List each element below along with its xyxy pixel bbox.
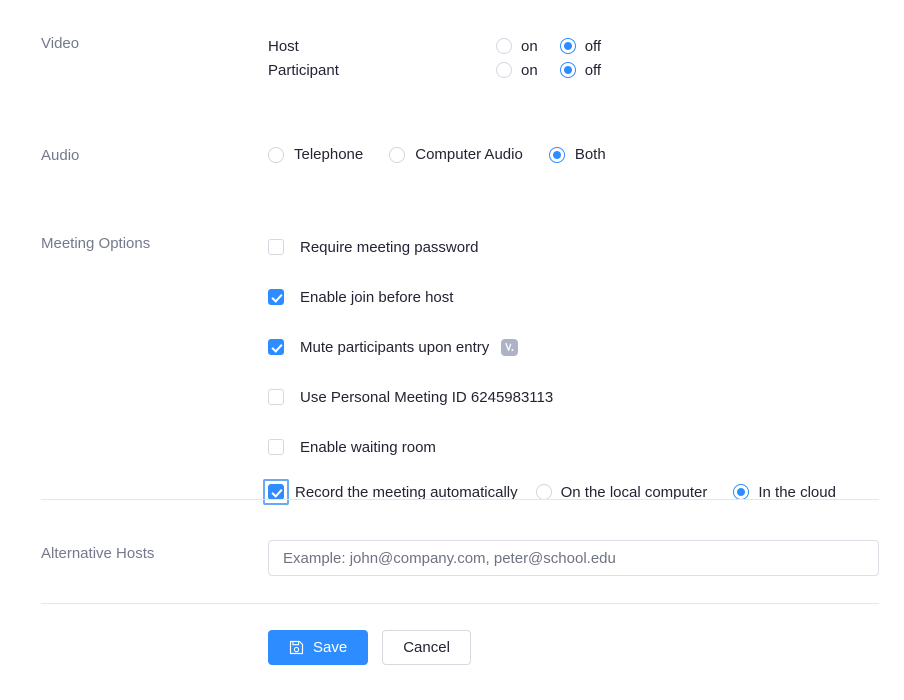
video-host-on-label: on [521, 37, 538, 55]
audio-both-option[interactable]: Both [548, 146, 606, 163]
audio-both-radio[interactable] [548, 146, 565, 163]
cancel-button[interactable]: Cancel [382, 630, 471, 665]
audio-telephone-radio[interactable] [268, 146, 284, 163]
record-cloud-label: In the cloud [758, 483, 836, 501]
mute-participants-label: Mute participants upon entry [300, 338, 490, 356]
video-host-label: Host [268, 37, 299, 55]
video-participant-on-radio[interactable] [496, 62, 512, 78]
video-participant-row: Participant on off [268, 58, 884, 82]
divider-above-alternative-hosts [41, 499, 879, 500]
record-location-options: On the local computer In the cloud [535, 483, 836, 501]
audio-section-label: Audio [41, 147, 80, 164]
form-actions: Save Cancel [268, 630, 471, 665]
video-participant-label: Participant [268, 61, 339, 79]
meeting-options-section-label: Meeting Options [41, 235, 151, 252]
record-local-label: On the local computer [560, 483, 708, 501]
audio-both-label: Both [574, 146, 606, 163]
cancel-button-label: Cancel [403, 639, 450, 656]
record-automatically-label: Record the meeting automatically [295, 483, 518, 501]
video-participant-off-radio[interactable] [559, 62, 576, 78]
video-section-label: Video [41, 35, 80, 52]
record-automatically-focus-ring [263, 479, 289, 505]
video-participant-on-label: on [521, 61, 538, 79]
video-participant-off-label: off [584, 61, 602, 79]
record-cloud-radio[interactable] [733, 484, 750, 500]
personal-meeting-id-label: Use Personal Meeting ID 6245983113 [300, 388, 554, 406]
video-host-off-radio[interactable] [559, 38, 576, 54]
option-waiting-room-row[interactable]: Enable waiting room [268, 434, 884, 460]
audio-computer-option[interactable]: Computer Audio [389, 146, 523, 163]
audio-telephone-label: Telephone [294, 146, 364, 163]
video-participant-on-option[interactable]: on [496, 62, 538, 79]
waiting-room-label: Enable waiting room [300, 438, 436, 456]
record-local-radio[interactable] [535, 484, 552, 500]
meeting-options-body: Require meeting password Enable join bef… [263, 234, 884, 505]
audio-telephone-option[interactable]: Telephone [268, 146, 363, 163]
audio-computer-label: Computer Audio [415, 146, 523, 163]
mute-participants-checkbox[interactable] [268, 339, 284, 355]
audio-options-row: Telephone Computer Audio Both [268, 146, 884, 163]
option-join-before-host-row[interactable]: Enable join before host [268, 284, 884, 310]
divider-above-buttons [41, 603, 879, 604]
video-participant-off-option[interactable]: off [559, 61, 602, 79]
video-host-off-option[interactable]: off [559, 37, 602, 55]
alternative-hosts-input[interactable] [268, 540, 879, 576]
record-local-option[interactable]: On the local computer [535, 483, 708, 501]
meeting-settings-form: Video Host on off Participant on off Aud… [0, 0, 904, 700]
personal-meeting-id-checkbox[interactable] [268, 389, 284, 405]
alternative-hosts-label: Alternative Hosts [41, 545, 155, 562]
video-host-on-radio[interactable] [496, 38, 512, 54]
option-mute-participants-row[interactable]: Mute participants upon entry [268, 334, 884, 360]
record-cloud-option[interactable]: In the cloud [733, 484, 836, 501]
record-automatically-checkbox[interactable] [268, 484, 284, 500]
save-button-label: Save [313, 639, 348, 656]
option-require-password-row[interactable]: Require meeting password [268, 234, 884, 260]
require-password-label: Require meeting password [300, 238, 479, 256]
join-before-host-label: Enable join before host [300, 288, 454, 306]
waiting-room-checkbox[interactable] [268, 439, 284, 455]
save-button[interactable]: Save [268, 630, 369, 665]
join-before-host-checkbox[interactable] [268, 289, 284, 305]
option-record-automatically-row[interactable]: Record the meeting automatically On the … [263, 479, 884, 505]
video-host-on-option[interactable]: on [496, 38, 538, 55]
video-section-body: Host on off Participant on off [268, 34, 884, 82]
video-host-off-label: off [584, 37, 602, 55]
audio-computer-radio[interactable] [389, 146, 406, 163]
video-host-row: Host on off [268, 34, 884, 58]
audio-section-body: Telephone Computer Audio Both [268, 146, 884, 163]
option-personal-meeting-id-row[interactable]: Use Personal Meeting ID 6245983113 [268, 384, 884, 410]
broken-image-icon [501, 338, 519, 356]
require-password-checkbox[interactable] [268, 239, 284, 255]
save-floppy-icon [289, 640, 304, 655]
